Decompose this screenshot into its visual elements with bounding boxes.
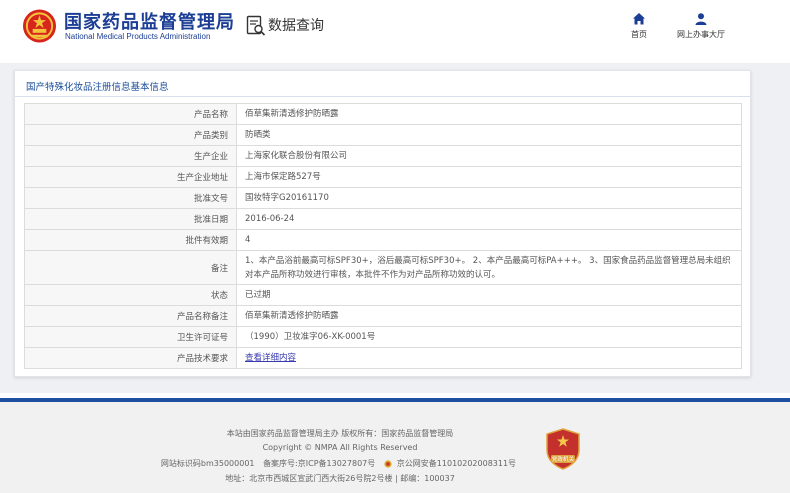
row-key: 批准文号 [24, 187, 237, 209]
footer-copyright: Copyright © NMPA All Rights Reserved [262, 443, 418, 452]
table-row: 生产企业地址 上海市保定路527号 [24, 166, 742, 188]
row-value: 4 [236, 229, 742, 251]
site-footer: 本站由国家药品监督管理局主办 版权所有：国家药品监督管理局 Copyright … [0, 402, 790, 493]
row-value: 国妆特字G20161170 [236, 187, 742, 209]
user-icon [695, 13, 707, 25]
table-row: 生产企业 上海家化联合股份有限公司 [24, 145, 742, 167]
row-key: 状态 [24, 284, 237, 306]
nav-home-label: 首页 [631, 30, 647, 39]
site-title-en: National Medical Products Administration [65, 32, 211, 41]
data-query-icon [246, 15, 266, 36]
table-row: 产品类别 防晒类 [24, 124, 742, 146]
site-header: 国家药品监督管理局 National Medical Products Admi… [0, 0, 790, 63]
panel-title: 国产特殊化妆品注册信息基本信息 [26, 82, 169, 93]
row-value: 上海市保定路527号 [236, 166, 742, 188]
footer-registration-row: 网站标识码bm35000001 备案序号:京ICP备13027807号 京公网安… [150, 458, 530, 469]
footer-police-record[interactable]: 京公网安备11010202008311号 [384, 459, 519, 468]
row-value: 佰草集新清透修护防晒露 [236, 305, 742, 327]
row-value: （1990）卫妆准字06-XK-0001号 [236, 326, 742, 348]
table-row: 卫生许可证号 （1990）卫妆准字06-XK-0001号 [24, 326, 742, 348]
nav-home-link[interactable]: 首页 [625, 12, 653, 40]
table-row: 批准文号 国妆特字G20161170 [24, 187, 742, 209]
view-details-link[interactable]: 查看详细内容 [245, 353, 296, 363]
registration-info-panel: 国产特殊化妆品注册信息基本信息 产品名称 佰草集新清透修护防晒露 产品类别 防晒… [14, 70, 751, 377]
row-key: 产品技术要求 [24, 347, 237, 369]
table-row: 产品技术要求 查看详细内容 [24, 347, 742, 369]
table-row: 状态 已过期 [24, 284, 742, 306]
info-table: 产品名称 佰草集新清透修护防晒露 产品类别 防晒类 生产企业 上海家化联合股份有… [24, 103, 742, 369]
site-title-cn: 国家药品监督管理局 [64, 12, 235, 33]
police-badge-icon [384, 459, 392, 468]
gov-site-badge-icon[interactable]: 党政机关 [545, 428, 581, 470]
row-key: 卫生许可证号 [24, 326, 237, 348]
footer-sponsor: 本站由国家药品监督管理局主办 版权所有：国家药品监督管理局 [226, 429, 454, 438]
footer-police-text: 京公网安备11010202008311号 [396, 459, 517, 468]
row-key: 备注 [24, 250, 237, 285]
row-value-status: 已过期 [236, 284, 742, 306]
footer-address: 地址：北京市西城区宣武门西大街26号院2号楼 | 邮编：100037 [225, 474, 455, 483]
row-value: 2016-06-24 [236, 208, 742, 230]
panel-divider [15, 96, 750, 97]
table-row: 产品名称 佰草集新清透修护防晒露 [24, 103, 742, 125]
home-icon [633, 13, 645, 25]
row-value: 上海家化联合股份有限公司 [236, 145, 742, 167]
row-key: 产品名称 [24, 103, 237, 125]
nav-online-office-link[interactable]: 网上办事大厅 [670, 12, 732, 40]
national-emblem-icon [22, 9, 57, 43]
nav-online-office-label: 网上办事大厅 [677, 30, 725, 39]
row-key: 产品类别 [24, 124, 237, 146]
row-key: 生产企业 [24, 145, 237, 167]
row-value: 防晒类 [236, 124, 742, 146]
table-row: 备注 1、本产品浴前最高可标SPF30+，浴后最高可标SPF30+。 2、本产品… [24, 250, 742, 285]
footer-icp-link[interactable]: 备案序号:京ICP备13027807号 [263, 459, 375, 468]
table-row: 批件有效期 4 [24, 229, 742, 251]
table-row: 产品名称备注 佰草集新清透修护防晒露 [24, 305, 742, 327]
row-value-remarks: 1、本产品浴前最高可标SPF30+，浴后最高可标SPF30+。 2、本产品最高可… [236, 250, 742, 285]
footer-site-id: 网站标识码bm35000001 [160, 459, 255, 468]
row-value: 佰草集新清透修护防晒露 [236, 103, 742, 125]
row-key: 批件有效期 [24, 229, 237, 251]
module-title: 数据查询 [268, 18, 324, 34]
row-key: 批准日期 [24, 208, 237, 230]
table-row: 批准日期 2016-06-24 [24, 208, 742, 230]
gov-badge-text: 党政机关 [552, 455, 575, 463]
row-key: 生产企业地址 [24, 166, 237, 188]
row-value-tech-requirements: 查看详细内容 [236, 347, 742, 369]
row-key: 产品名称备注 [24, 305, 237, 327]
